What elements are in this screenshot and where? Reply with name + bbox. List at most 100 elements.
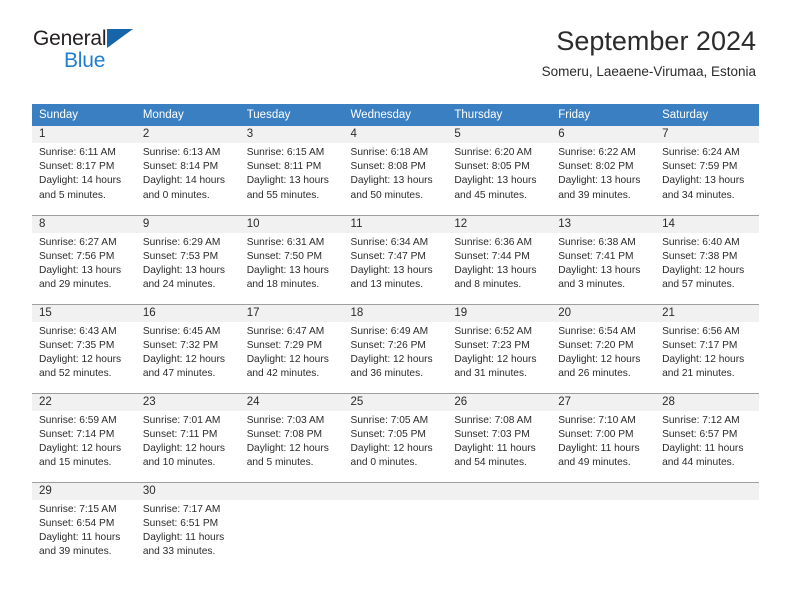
day-number: 24 [239, 393, 344, 411]
calendar-day-cell[interactable]: 7 Sunrise: 6:24 AM Sunset: 7:59 PM Daylight… [655, 126, 759, 215]
day-number: 18 [343, 304, 448, 322]
day-number [447, 482, 552, 500]
calendar-day-cell[interactable]: 21 Sunrise: 6:56 AM Sunset: 7:17 PM Dayligh… [655, 303, 759, 393]
day-number: 27 [551, 393, 656, 411]
day-details: Sunrise: 7:05 AM Sunset: 7:05 PM Daylight:… [344, 411, 448, 471]
calendar-header-row: Sunday Monday Tuesday Wednesday Thursday… [32, 104, 759, 126]
daylight-duration-line1: Daylight: 11 hours [39, 531, 121, 543]
daylight-duration-line1: Daylight: 12 hours [662, 264, 745, 276]
sunrise-time: Sunrise: 6:15 AM [246, 147, 325, 158]
calendar-day-cell[interactable]: 28 Sunrise: 7:12 AM Sunset: 6:57 PM Dayligh… [655, 392, 759, 482]
calendar-day-cell[interactable]: 24 Sunrise: 7:03 AM Sunset: 7:08 PM Dayligh… [239, 392, 344, 482]
calendar-day-cell[interactable]: 9 Sunrise: 6:29 AM Sunset: 7:53 PM Daylight… [135, 214, 240, 304]
day-details: Sunrise: 7:01 AM Sunset: 7:11 PM Daylight:… [136, 411, 240, 471]
calendar-week-row: 15 Sunrise: 6:43 AM Sunset: 7:35 PM Dayligh… [32, 303, 759, 393]
day-number: 12 [447, 215, 552, 233]
calendar-day-cell[interactable]: 4 Sunrise: 6:18 AM Sunset: 8:08 PM Daylight… [343, 126, 448, 215]
sunrise-time: Sunrise: 6:49 AM [350, 325, 429, 337]
day-number: 6 [551, 126, 656, 143]
calendar-day-cell[interactable]: 11 Sunrise: 6:34 AM Sunset: 7:47 PM Dayligh… [343, 214, 448, 304]
calendar-day-cell[interactable]: 30 Sunrise: 7:17 AM Sunset: 6:51 PM Dayligh… [135, 481, 240, 571]
sunrise-time: Sunrise: 7:17 AM [142, 503, 221, 515]
day-details: Sunrise: 7:15 AM Sunset: 6:54 PM Daylight:… [32, 500, 136, 560]
daylight-duration-line1: Daylight: 12 hours [246, 442, 329, 454]
calendar-day-cell[interactable]: 10 Sunrise: 6:31 AM Sunset: 7:50 PM Dayligh… [239, 214, 344, 304]
weekday-header-sunday: Sunday [32, 104, 136, 126]
weekday-header-friday: Friday [551, 104, 656, 126]
day-details: Sunrise: 6:52 AM Sunset: 7:23 PM Daylight:… [447, 322, 551, 382]
calendar-day-cell[interactable]: 6 Sunrise: 6:22 AM Sunset: 8:02 PM Daylight… [551, 126, 656, 215]
calendar-day-cell[interactable]: 26 Sunrise: 7:08 AM Sunset: 7:03 PM Dayligh… [447, 392, 552, 482]
daylight-duration-line2: and 13 minutes. [350, 279, 424, 291]
sunrise-time: Sunrise: 6:24 AM [662, 147, 740, 158]
day-number: 25 [343, 393, 448, 411]
day-number: 19 [447, 304, 552, 322]
daylight-duration-line1: Daylight: 13 hours [350, 175, 433, 187]
calendar-day-cell[interactable]: 14 Sunrise: 6:40 AM Sunset: 7:38 PM Dayligh… [655, 214, 759, 304]
calendar-day-cell[interactable]: 22 Sunrise: 6:59 AM Sunset: 7:14 PM Dayligh… [32, 392, 136, 482]
calendar-day-cell[interactable]: 19 Sunrise: 6:52 AM Sunset: 7:23 PM Dayligh… [447, 303, 552, 393]
day-details: Sunrise: 6:43 AM Sunset: 7:35 PM Daylight:… [32, 322, 136, 382]
sunrise-sunset-calendar-table: Sunday Monday Tuesday Wednesday Thursday… [32, 104, 759, 571]
calendar-day-cell[interactable]: 2 Sunrise: 6:13 AM Sunset: 8:14 PM Daylight… [135, 126, 240, 215]
day-number: 9 [135, 215, 240, 233]
daylight-duration-line2: and 5 minutes. [246, 457, 314, 469]
calendar-day-cell[interactable]: 13 Sunrise: 6:38 AM Sunset: 7:41 PM Dayligh… [551, 214, 656, 304]
daylight-duration-line1: Daylight: 12 hours [350, 442, 433, 454]
sunrise-time: Sunrise: 7:10 AM [558, 414, 636, 426]
calendar-day-cell[interactable]: 18 Sunrise: 6:49 AM Sunset: 7:26 PM Dayligh… [343, 303, 448, 393]
calendar-day-cell[interactable]: 29 Sunrise: 7:15 AM Sunset: 6:54 PM Dayligh… [32, 481, 136, 571]
calendar-day-cell[interactable]: 3 Sunrise: 6:15 AM Sunset: 8:11 PM Daylight… [239, 126, 344, 215]
calendar-week-row: 29 Sunrise: 7:15 AM Sunset: 6:54 PM Dayligh… [32, 481, 759, 571]
day-number: 28 [655, 393, 759, 411]
day-number: 23 [135, 393, 240, 411]
sunset-time: Sunset: 8:17 PM [39, 161, 115, 173]
calendar-day-cell[interactable]: 1 Sunrise: 6:11 AM Sunset: 8:17 PM Daylight… [32, 126, 136, 215]
calendar-day-cell[interactable]: 20 Sunrise: 6:54 AM Sunset: 7:20 PM Dayligh… [551, 303, 656, 393]
sunrise-time: Sunrise: 6:27 AM [39, 236, 117, 248]
day-number: 10 [239, 215, 344, 233]
daylight-duration-line1: Daylight: 12 hours [246, 353, 329, 365]
calendar-day-cell[interactable]: 23 Sunrise: 7:01 AM Sunset: 7:11 PM Dayligh… [135, 392, 240, 482]
weekday-header-thursday: Thursday [447, 104, 552, 126]
day-number: 3 [239, 126, 344, 143]
calendar-day-cell[interactable]: 8 Sunrise: 6:27 AM Sunset: 7:56 PM Daylight… [32, 214, 136, 304]
day-number: 26 [447, 393, 552, 411]
calendar-day-cell[interactable]: 15 Sunrise: 6:43 AM Sunset: 7:35 PM Dayligh… [32, 303, 136, 393]
sunset-time: Sunset: 7:41 PM [558, 250, 634, 262]
calendar-day-cell[interactable]: 12 Sunrise: 6:36 AM Sunset: 7:44 PM Dayligh… [447, 214, 552, 304]
daylight-duration-line2: and 34 minutes. [662, 189, 735, 201]
sunset-time: Sunset: 7:56 PM [39, 250, 115, 262]
daylight-duration-line1: Daylight: 12 hours [558, 353, 641, 365]
daylight-duration-line2: and 45 minutes. [454, 189, 527, 201]
sunrise-time: Sunrise: 6:36 AM [454, 236, 532, 248]
calendar-day-cell[interactable]: 5 Sunrise: 6:20 AM Sunset: 8:05 PM Daylight… [447, 126, 552, 215]
daylight-duration-line2: and 36 minutes. [350, 368, 424, 380]
calendar-day-cell[interactable]: 27 Sunrise: 7:10 AM Sunset: 7:00 PM Dayligh… [551, 392, 656, 482]
day-number: 4 [343, 126, 448, 143]
day-number: 2 [135, 126, 240, 143]
day-details: Sunrise: 6:27 AM Sunset: 7:56 PM Daylight:… [32, 233, 136, 293]
daylight-duration-line1: Daylight: 13 hours [558, 175, 641, 187]
daylight-duration-line2: and 29 minutes. [39, 279, 112, 291]
weekday-header-tuesday: Tuesday [239, 104, 344, 126]
calendar-day-cell-empty [343, 481, 448, 571]
daylight-duration-line1: Daylight: 12 hours [39, 442, 122, 454]
sunrise-time: Sunrise: 6:38 AM [558, 236, 636, 248]
daylight-duration-line2: and 0 minutes. [142, 189, 210, 201]
calendar-day-cell[interactable]: 16 Sunrise: 6:45 AM Sunset: 7:32 PM Dayligh… [135, 303, 240, 393]
day-number: 21 [655, 304, 759, 322]
calendar-day-cell[interactable]: 17 Sunrise: 6:47 AM Sunset: 7:29 PM Dayligh… [239, 303, 344, 393]
sunset-time: Sunset: 7:14 PM [39, 428, 115, 440]
calendar-day-cell-empty [655, 481, 759, 571]
general-blue-logo[interactable]: General Blue [33, 28, 213, 76]
sunrise-time: Sunrise: 6:13 AM [142, 147, 221, 158]
calendar-day-cell[interactable]: 25 Sunrise: 7:05 AM Sunset: 7:05 PM Dayligh… [343, 392, 448, 482]
day-number [551, 482, 656, 500]
day-number: 17 [239, 304, 344, 322]
sunrise-time: Sunrise: 6:31 AM [246, 236, 325, 248]
calendar-body: 1 Sunrise: 6:11 AM Sunset: 8:17 PM Daylight… [32, 126, 759, 571]
daylight-duration-line2: and 44 minutes. [662, 457, 735, 469]
daylight-duration-line1: Daylight: 14 hours [39, 175, 122, 187]
day-number: 22 [32, 393, 136, 411]
